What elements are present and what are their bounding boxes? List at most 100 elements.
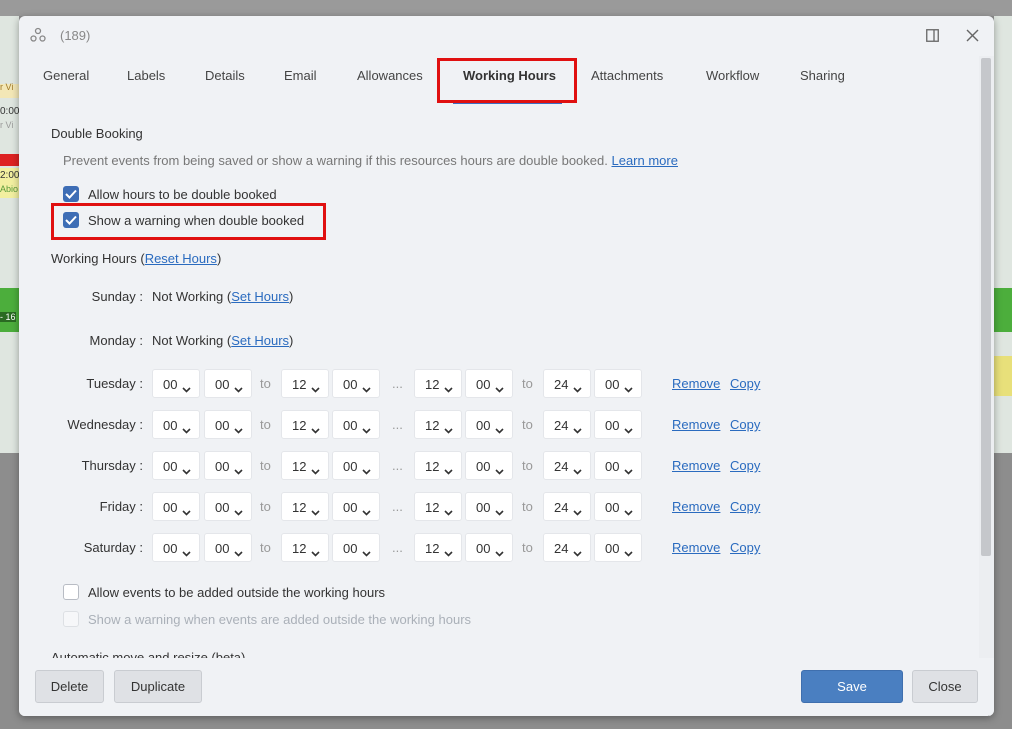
minute-select[interactable]: 00 xyxy=(332,410,380,439)
reset-hours-link[interactable]: Reset Hours xyxy=(145,251,217,266)
day-label: Friday : xyxy=(99,499,143,514)
copy-link[interactable]: Copy xyxy=(730,458,760,473)
minute-select[interactable]: 00 xyxy=(594,369,642,398)
hour-select[interactable]: 12 xyxy=(281,369,329,398)
hour-select[interactable]: 12 xyxy=(281,492,329,521)
minute-select[interactable]: 00 xyxy=(204,451,252,480)
select-value: 12 xyxy=(292,459,307,474)
minute-select[interactable]: 00 xyxy=(204,410,252,439)
background-calendar-right xyxy=(994,16,1012,453)
select-value: 00 xyxy=(343,377,358,392)
to-separator: to xyxy=(522,499,533,514)
hour-select[interactable]: 00 xyxy=(152,451,200,480)
chevron-down-icon xyxy=(311,545,320,560)
remove-link[interactable]: Remove xyxy=(672,458,720,473)
chevron-down-icon xyxy=(444,422,453,437)
warning-double-booked-checkbox[interactable] xyxy=(63,212,79,228)
minute-select[interactable]: 00 xyxy=(465,410,513,439)
hour-select[interactable]: 12 xyxy=(414,369,462,398)
select-value: 12 xyxy=(425,418,440,433)
select-value: 00 xyxy=(215,500,230,515)
minute-select[interactable]: 00 xyxy=(465,451,513,480)
hour-select[interactable]: 00 xyxy=(152,533,200,562)
minute-select[interactable]: 00 xyxy=(332,533,380,562)
tab-sharing[interactable]: Sharing xyxy=(800,68,845,83)
remove-link[interactable]: Remove xyxy=(672,540,720,555)
chevron-down-icon xyxy=(311,463,320,478)
hour-select[interactable]: 12 xyxy=(414,533,462,562)
hour-select[interactable]: 00 xyxy=(152,410,200,439)
hour-select[interactable]: 12 xyxy=(281,451,329,480)
hour-select[interactable]: 12 xyxy=(414,451,462,480)
monday-status: Not Working (Set Hours) xyxy=(152,333,293,348)
select-value: 00 xyxy=(163,500,178,515)
warn-outside-hours-checkbox[interactable] xyxy=(63,611,79,627)
allow-outside-hours-checkbox[interactable] xyxy=(63,584,79,600)
copy-link[interactable]: Copy xyxy=(730,417,760,432)
minute-select[interactable]: 00 xyxy=(465,533,513,562)
duplicate-button[interactable]: Duplicate xyxy=(114,670,202,703)
to-separator: to xyxy=(522,376,533,391)
tab-labels[interactable]: Labels xyxy=(127,68,165,83)
select-value: 00 xyxy=(215,541,230,556)
tab-allowances[interactable]: Allowances xyxy=(357,68,423,83)
set-hours-link-monday[interactable]: Set Hours xyxy=(231,333,289,348)
tab-general[interactable]: General xyxy=(43,68,89,83)
set-hours-link-sunday[interactable]: Set Hours xyxy=(231,289,289,304)
hour-select[interactable]: 12 xyxy=(414,410,462,439)
minute-select[interactable]: 00 xyxy=(465,492,513,521)
hour-select[interactable]: 24 xyxy=(543,492,591,521)
hour-select[interactable]: 12 xyxy=(414,492,462,521)
hour-select[interactable]: 24 xyxy=(543,451,591,480)
tab-workflow[interactable]: Workflow xyxy=(706,68,759,83)
minute-select[interactable]: 00 xyxy=(465,369,513,398)
minute-select[interactable]: 00 xyxy=(332,451,380,480)
tab-attachments[interactable]: Attachments xyxy=(591,68,663,83)
tab-details[interactable]: Details xyxy=(205,68,245,83)
tab-working-hours[interactable]: Working Hours xyxy=(463,68,556,83)
select-value: 00 xyxy=(476,500,491,515)
chevron-down-icon xyxy=(362,381,371,396)
hour-select[interactable]: 12 xyxy=(281,410,329,439)
vertical-scrollbar[interactable] xyxy=(979,56,994,658)
learn-more-link[interactable]: Learn more xyxy=(611,153,677,168)
minute-select[interactable]: 00 xyxy=(594,533,642,562)
sidebar-toggle-icon[interactable] xyxy=(922,25,942,45)
close-button[interactable]: Close xyxy=(912,670,978,703)
chevron-down-icon xyxy=(182,422,191,437)
delete-button[interactable]: Delete xyxy=(35,670,104,703)
allow-double-booked-checkbox[interactable] xyxy=(63,186,79,202)
close-icon[interactable] xyxy=(962,25,982,45)
minute-select[interactable]: 00 xyxy=(594,451,642,480)
to-separator: to xyxy=(260,417,271,432)
tab-email[interactable]: Email xyxy=(284,68,317,83)
minute-select[interactable]: 00 xyxy=(594,492,642,521)
paren: ) xyxy=(289,289,294,304)
minute-select[interactable]: 00 xyxy=(332,492,380,521)
copy-link[interactable]: Copy xyxy=(730,376,760,391)
resize-grip-icon[interactable] xyxy=(986,708,992,716)
minute-select[interactable]: 00 xyxy=(332,369,380,398)
hour-select[interactable]: 00 xyxy=(152,369,200,398)
remove-link[interactable]: Remove xyxy=(672,376,720,391)
hour-select[interactable]: 24 xyxy=(543,369,591,398)
background-fragment: 0:00 xyxy=(0,106,20,117)
chevron-down-icon xyxy=(495,504,504,519)
minute-select[interactable]: 00 xyxy=(204,369,252,398)
chevron-down-icon xyxy=(234,463,243,478)
scrollbar-thumb[interactable] xyxy=(981,58,991,556)
hour-select[interactable]: 12 xyxy=(281,533,329,562)
copy-link[interactable]: Copy xyxy=(730,540,760,555)
minute-select[interactable]: 00 xyxy=(204,492,252,521)
remove-link[interactable]: Remove xyxy=(672,417,720,432)
copy-link[interactable]: Copy xyxy=(730,499,760,514)
hour-select[interactable]: 24 xyxy=(543,533,591,562)
minute-select[interactable]: 00 xyxy=(204,533,252,562)
paren: ) xyxy=(216,251,222,266)
remove-link[interactable]: Remove xyxy=(672,499,720,514)
chevron-down-icon xyxy=(495,463,504,478)
minute-select[interactable]: 00 xyxy=(594,410,642,439)
save-button[interactable]: Save xyxy=(801,670,903,703)
hour-select[interactable]: 00 xyxy=(152,492,200,521)
hour-select[interactable]: 24 xyxy=(543,410,591,439)
